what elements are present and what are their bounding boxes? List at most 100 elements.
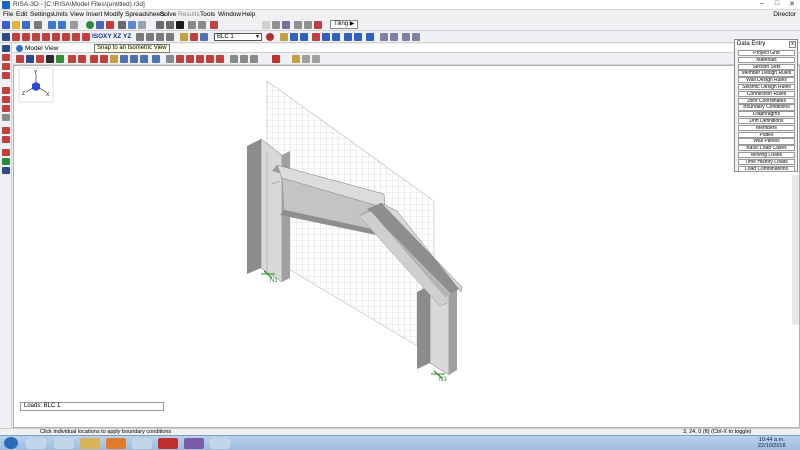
load-view-icon[interactable] xyxy=(380,33,388,41)
view-iso-button[interactable]: ISO xyxy=(92,33,103,40)
redo-icon[interactable] xyxy=(58,21,66,29)
tool-f-icon[interactable] xyxy=(230,55,238,63)
model-canvas[interactable]: N1 N3 Y Z X xyxy=(13,65,800,428)
window-icon[interactable] xyxy=(272,21,280,29)
view-xz-button[interactable]: XZ xyxy=(113,33,121,40)
menu-window[interactable]: Window xyxy=(218,11,241,18)
modify-members-icon[interactable] xyxy=(2,87,10,94)
de-load-combinations[interactable]: Load Combinations xyxy=(738,165,795,172)
view-xy-button[interactable]: XY xyxy=(103,33,112,40)
open-folder-icon[interactable] xyxy=(12,21,20,29)
distance-icon[interactable] xyxy=(166,55,174,63)
de-wall-design-rules[interactable]: Wall Design Rules xyxy=(738,77,795,84)
criteria-select-icon[interactable] xyxy=(130,55,138,63)
solve-lc-icon[interactable] xyxy=(266,33,274,41)
loads-toggle-icon[interactable] xyxy=(78,55,86,63)
print-icon[interactable] xyxy=(34,21,42,29)
internet-explorer-icon[interactable] xyxy=(54,438,74,449)
file-explorer-icon[interactable] xyxy=(80,438,100,449)
render3-icon[interactable] xyxy=(32,33,40,41)
table-icon[interactable] xyxy=(156,21,164,29)
line-select-icon[interactable] xyxy=(100,55,108,63)
chrome-icon[interactable] xyxy=(132,438,152,449)
tile-h-icon[interactable] xyxy=(294,21,302,29)
lock-unselected-icon[interactable] xyxy=(152,55,160,63)
table2-icon[interactable] xyxy=(166,21,174,29)
spreadsheet-icon[interactable] xyxy=(118,21,126,29)
tool-h-icon[interactable] xyxy=(250,55,258,63)
tool-c-icon[interactable] xyxy=(196,55,204,63)
moving-load-icon[interactable] xyxy=(354,33,362,41)
lock-icon[interactable] xyxy=(2,149,10,156)
de-boundary-conditions[interactable]: Boundary Conditions xyxy=(738,104,795,111)
de-wall-panels[interactable]: Wall Panels xyxy=(738,138,795,145)
select-icon[interactable] xyxy=(2,127,10,134)
start-button-icon[interactable] xyxy=(4,437,18,449)
zoom-out-icon[interactable] xyxy=(146,33,154,41)
menu-view[interactable]: View xyxy=(70,11,84,18)
de-member-design-rules[interactable]: Member Design Rules xyxy=(738,70,795,77)
data-entry-close[interactable]: x xyxy=(789,41,796,48)
member-labels-icon[interactable] xyxy=(68,55,76,63)
de-drift-definitions[interactable]: Drift Definitions xyxy=(738,118,795,125)
minimize-button[interactable]: – xyxy=(755,0,769,9)
lc-icon[interactable] xyxy=(200,33,208,41)
render4-icon[interactable] xyxy=(42,33,50,41)
thermal-icon[interactable] xyxy=(344,33,352,41)
render5-icon[interactable] xyxy=(52,33,60,41)
options-icon[interactable] xyxy=(198,21,206,29)
render-toggle-icon[interactable] xyxy=(46,55,54,63)
measure-icon[interactable] xyxy=(2,167,10,174)
menu-help[interactable]: Help xyxy=(242,11,255,18)
copy-tool-icon[interactable] xyxy=(2,114,10,121)
help-icon[interactable] xyxy=(210,21,218,29)
menu-solve[interactable]: Solve xyxy=(160,11,176,18)
graphic-editing-icon[interactable] xyxy=(292,55,300,63)
unselect-icon[interactable] xyxy=(2,136,10,143)
joints-icon[interactable] xyxy=(138,21,146,29)
de-members[interactable]: Members xyxy=(738,124,795,131)
menu-tools[interactable]: Tools xyxy=(200,11,215,18)
zoom-fit-icon[interactable] xyxy=(166,33,174,41)
de-time-history-loads[interactable]: Time History Loads xyxy=(738,158,795,165)
model-view-icon[interactable] xyxy=(2,33,10,41)
wind-icon[interactable] xyxy=(280,33,288,41)
load-view4-icon[interactable] xyxy=(412,33,420,41)
new-file-icon[interactable] xyxy=(2,21,10,29)
de-project-grid[interactable]: Project Grid xyxy=(738,50,795,57)
tool-b-icon[interactable] xyxy=(186,55,194,63)
orbit-icon[interactable] xyxy=(190,33,198,41)
solve-icon[interactable] xyxy=(86,21,94,29)
de-connection-rules[interactable]: Connection Rules xyxy=(738,90,795,97)
de-materials[interactable]: Materials xyxy=(738,56,795,63)
render8-icon[interactable] xyxy=(82,33,90,41)
save-icon[interactable] xyxy=(22,21,30,29)
de-plates[interactable]: Plates xyxy=(738,131,795,138)
tile-v-icon[interactable] xyxy=(304,21,312,29)
polygon-select-icon[interactable] xyxy=(110,55,118,63)
load-view3-icon[interactable] xyxy=(402,33,410,41)
tool-g-icon[interactable] xyxy=(240,55,248,63)
cascade-icon[interactable] xyxy=(282,21,290,29)
copy-icon[interactable] xyxy=(70,21,78,29)
maximize-button[interactable]: □ xyxy=(770,0,784,9)
render6-icon[interactable] xyxy=(62,33,70,41)
menu-file[interactable]: File xyxy=(3,11,13,18)
menu-results[interactable]: Results xyxy=(178,11,200,18)
grid-icon[interactable] xyxy=(96,21,104,29)
view-yz-button[interactable]: YZ xyxy=(123,33,131,40)
menu-edit[interactable]: Edit xyxy=(16,11,27,18)
render-icon[interactable] xyxy=(12,33,20,41)
menu-modify[interactable]: Modify xyxy=(104,11,123,18)
risa3d-icon[interactable] xyxy=(184,438,204,449)
joint-labels-icon[interactable] xyxy=(56,55,64,63)
plot-options-icon[interactable] xyxy=(26,55,34,63)
support-n3[interactable]: N3 xyxy=(431,370,447,383)
office-icon[interactable] xyxy=(106,438,126,449)
de-moving-loads[interactable]: Moving Loads xyxy=(738,152,795,159)
console-icon[interactable] xyxy=(176,21,184,29)
moment-icon[interactable] xyxy=(312,33,320,41)
draw-plates-icon[interactable] xyxy=(2,54,10,61)
tool-a-icon[interactable] xyxy=(176,55,184,63)
settings-icon[interactable] xyxy=(188,21,196,29)
